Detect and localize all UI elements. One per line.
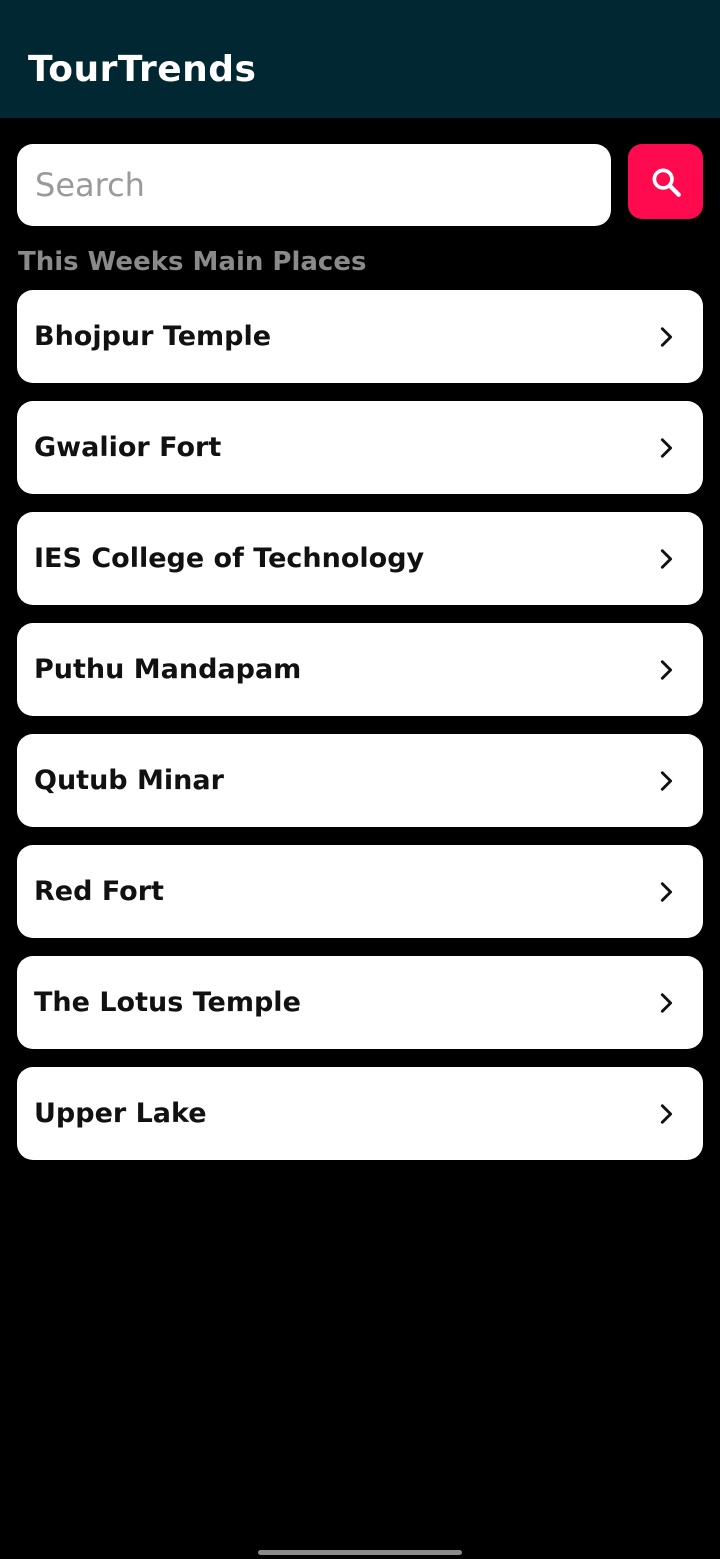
place-name: The Lotus Temple (34, 987, 301, 1018)
chevron-right-icon (655, 326, 677, 348)
chevron-right-icon (655, 992, 677, 1014)
place-item-upper-lake[interactable]: Upper Lake (17, 1067, 703, 1160)
place-name: Gwalior Fort (34, 432, 222, 463)
search-button[interactable] (628, 144, 703, 219)
app-title: TourTrends (28, 49, 257, 90)
place-name: Bhojpur Temple (34, 321, 272, 352)
place-item-red-fort[interactable]: Red Fort (17, 845, 703, 938)
places-list: Bhojpur Temple Gwalior Fort IES College … (17, 290, 703, 1178)
chevron-right-icon (655, 437, 677, 459)
chevron-right-icon (655, 548, 677, 570)
place-name: Upper Lake (34, 1098, 207, 1129)
search-icon (649, 165, 683, 199)
home-indicator[interactable] (258, 1550, 462, 1555)
search-input[interactable] (17, 144, 611, 226)
place-name: Qutub Minar (34, 765, 224, 796)
place-name: Red Fort (34, 876, 164, 907)
place-item-puthu-mandapam[interactable]: Puthu Mandapam (17, 623, 703, 716)
place-item-gwalior-fort[interactable]: Gwalior Fort (17, 401, 703, 494)
chevron-right-icon (655, 659, 677, 681)
place-item-bhojpur-temple[interactable]: Bhojpur Temple (17, 290, 703, 383)
chevron-right-icon (655, 1103, 677, 1125)
place-item-ies-college-of-technology[interactable]: IES College of Technology (17, 512, 703, 605)
app-bar: TourTrends (0, 0, 720, 118)
app-screen: TourTrends This Weeks Main Places Bhojpu… (0, 0, 720, 1559)
section-title: This Weeks Main Places (18, 247, 367, 277)
chevron-right-icon (655, 770, 677, 792)
chevron-right-icon (655, 881, 677, 903)
place-item-the-lotus-temple[interactable]: The Lotus Temple (17, 956, 703, 1049)
place-name: Puthu Mandapam (34, 654, 302, 685)
place-name: IES College of Technology (34, 543, 425, 574)
place-item-qutub-minar[interactable]: Qutub Minar (17, 734, 703, 827)
